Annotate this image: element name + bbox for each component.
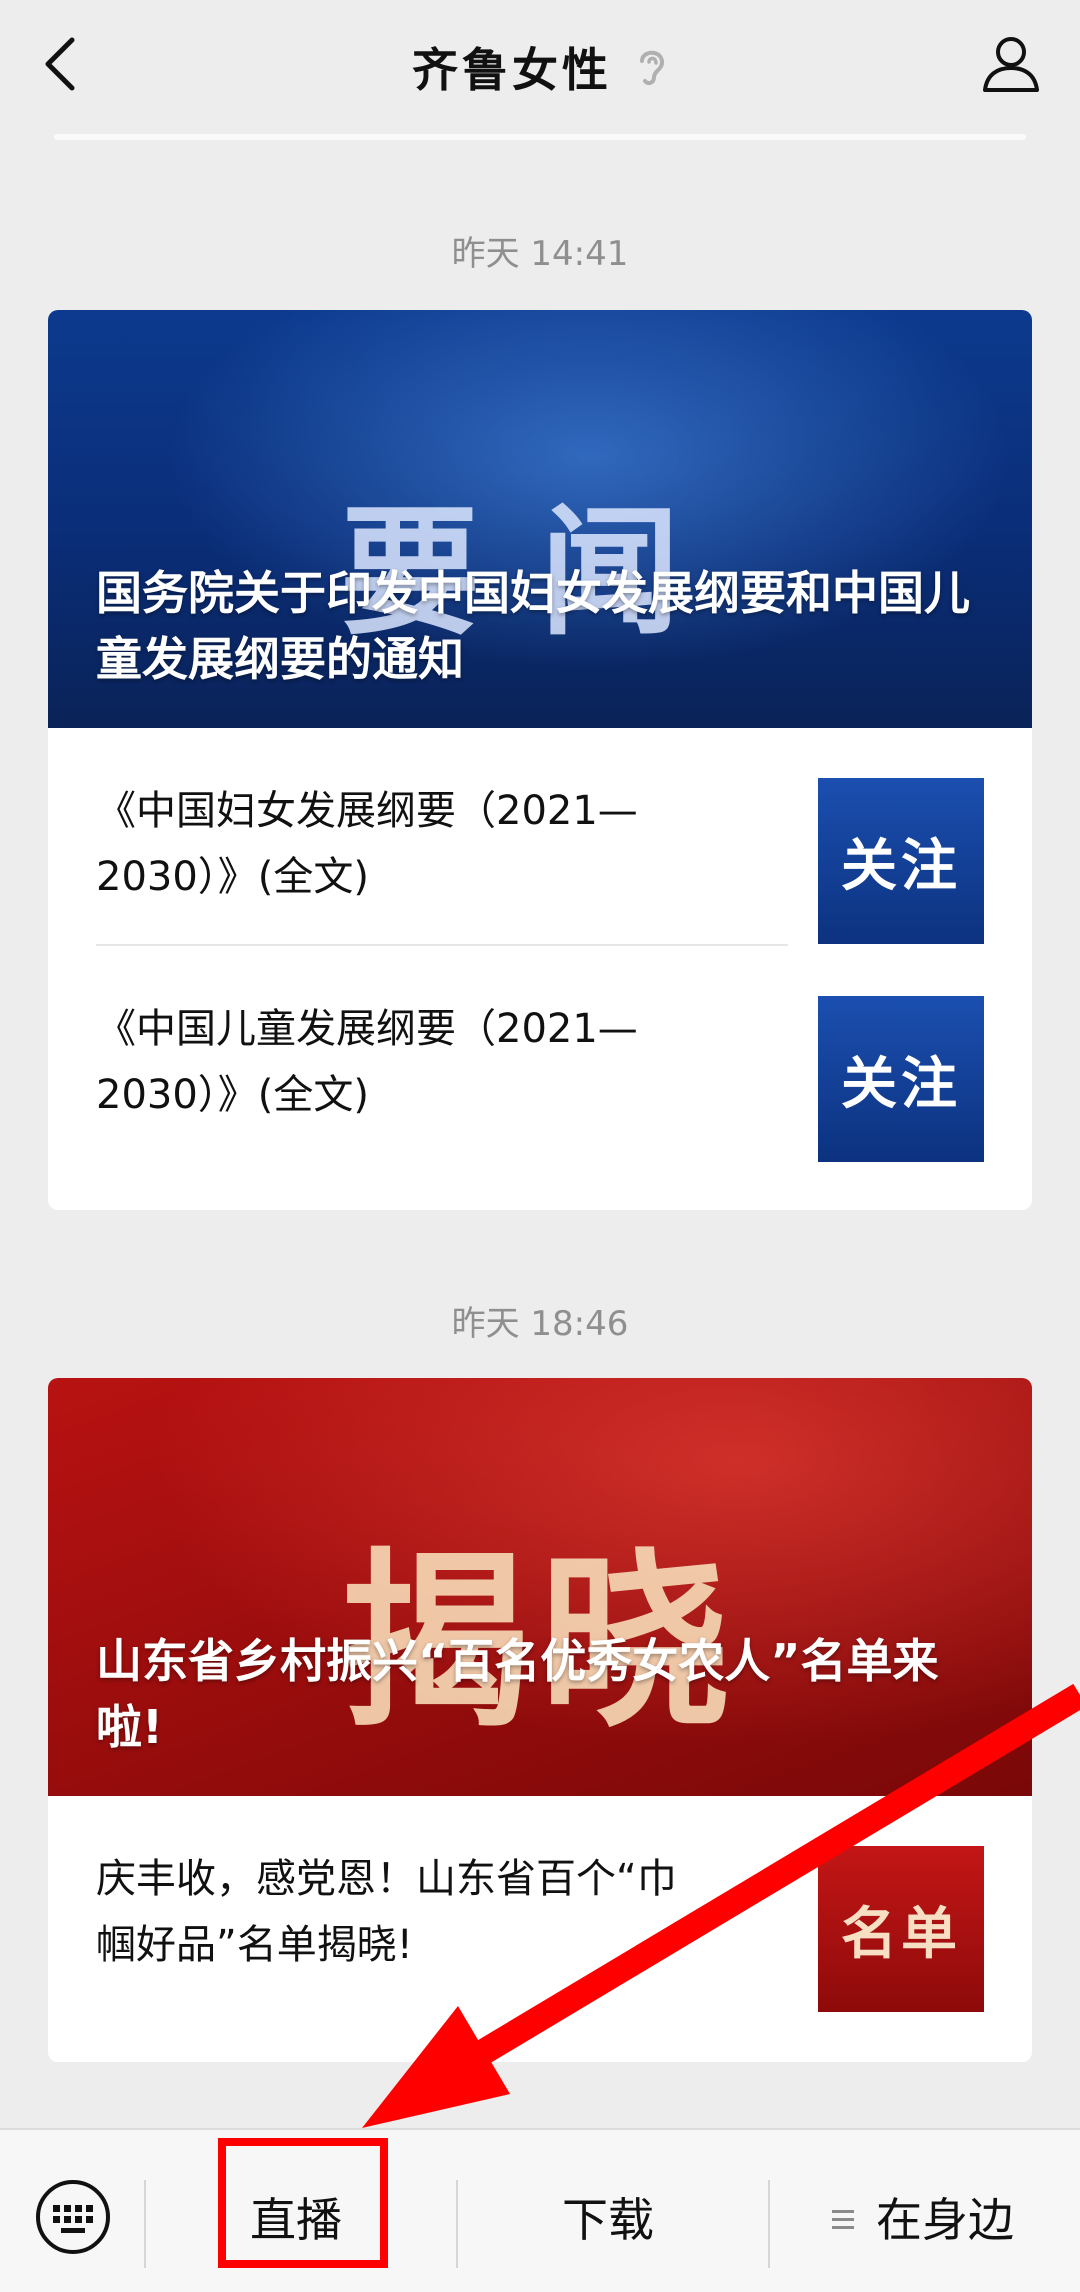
menu-item-download[interactable]: 下载 xyxy=(562,2184,654,2250)
article-card: 要闻 国务院关于印发中国妇女发展纲要和中国儿童发展纲要的通知 《中国妇女发展纲要… xyxy=(48,310,1032,1210)
list-item-text: 庆丰收，感党恩！山东省百个“巾帼好品”名单揭晓! xyxy=(96,1856,677,1968)
message-timestamp: 昨天 14:41 xyxy=(451,234,629,274)
menu-separator xyxy=(456,2180,458,2268)
list-item-thumbnail: 关注 xyxy=(818,778,984,944)
menu-item-nearby[interactable]: 在身边 xyxy=(876,2184,1014,2250)
article-cover[interactable]: 揭晓 山东省乡村振兴“百名优秀女农人”名单来啦! xyxy=(48,1378,1032,1796)
menu-separator xyxy=(144,2180,146,2268)
keyboard-toggle-button[interactable] xyxy=(34,2178,112,2256)
article-title[interactable]: 山东省乡村振兴“百名优秀女农人”名单来啦! xyxy=(96,1628,992,1760)
list-item[interactable]: 《中国儿童发展纲要（2021—2030）》(全文) 关注 xyxy=(48,946,1032,1164)
list-item[interactable]: 《中国妇女发展纲要（2021—2030）》(全文) 关注 xyxy=(48,728,1032,946)
list-item[interactable]: 庆丰收，感党恩！山东省百个“巾帼好品”名单揭晓! 名单 xyxy=(48,1796,1032,2014)
list-item-text: 《中国儿童发展纲要（2021—2030）》(全文) xyxy=(96,1006,638,1118)
page-title-area: 齐鲁女性 xyxy=(0,34,1080,100)
page-title: 齐鲁女性 xyxy=(412,43,612,97)
list-item-thumbnail: 关注 xyxy=(818,996,984,1162)
bottom-menu-bar: 直播 下载 在身边 xyxy=(0,2128,1080,2292)
message-timestamp: 昨天 18:46 xyxy=(451,1304,629,1344)
ear-icon[interactable] xyxy=(634,45,668,89)
menu-lines-icon xyxy=(832,2210,854,2229)
list-item-text: 《中国妇女发展纲要（2021—2030）》(全文) xyxy=(96,788,638,900)
profile-button[interactable] xyxy=(980,32,1042,94)
user-icon xyxy=(983,37,1039,92)
article-title[interactable]: 国务院关于印发中国妇女发展纲要和中国儿童发展纲要的通知 xyxy=(96,560,992,692)
article-card: 揭晓 山东省乡村振兴“百名优秀女农人”名单来啦! 庆丰收，感党恩！山东省百个“巾… xyxy=(48,1378,1032,2062)
article-cover[interactable]: 要闻 国务院关于印发中国妇女发展纲要和中国儿童发展纲要的通知 xyxy=(48,310,1032,728)
menu-separator xyxy=(768,2180,770,2268)
annotation-highlight-box xyxy=(218,2138,388,2268)
keyboard-icon xyxy=(36,2180,110,2254)
header-divider xyxy=(54,134,1026,140)
list-item-thumbnail: 名单 xyxy=(818,1846,984,2012)
header: 齐鲁女性 xyxy=(0,0,1080,140)
